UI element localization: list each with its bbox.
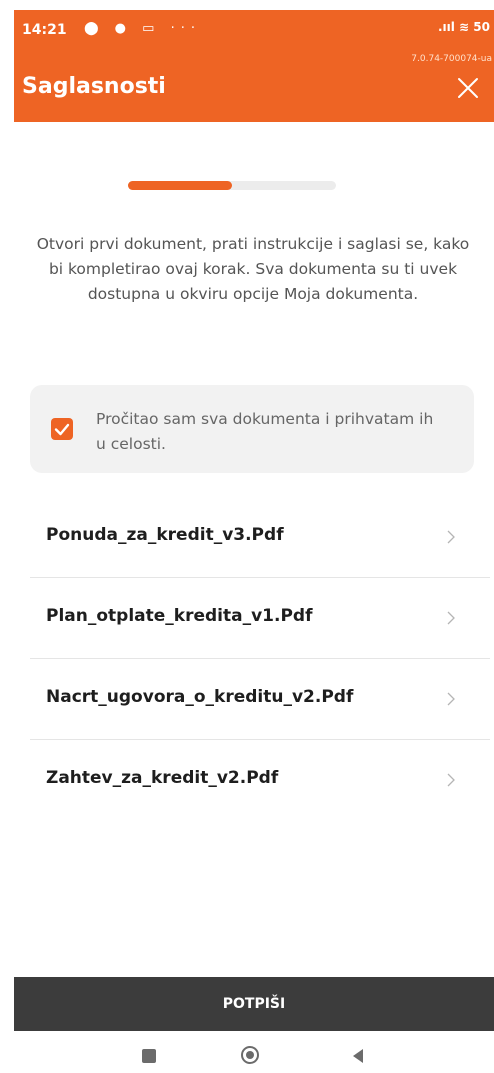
top-strip xyxy=(0,0,494,10)
progress-bar xyxy=(128,181,336,190)
app-bar: 14:21 ⬤ ● ▭ ··· .ııl ≋ 50 7.0.74-700074-… xyxy=(14,10,494,122)
consent-label: Pročitao sam sva dokumenta i prihvatam i… xyxy=(96,410,434,453)
document-name: Nacrt_ugovora_o_kreditu_v2.Pdf xyxy=(46,687,354,707)
status-time: 14:21 xyxy=(22,22,67,38)
document-list: Ponuda_za_kredit_v3.Pdf Plan_otplate_kre… xyxy=(30,497,490,820)
status-notification-icons: ⬤ ● ▭ ··· xyxy=(84,21,201,36)
progress-fill xyxy=(128,181,232,190)
status-system-icons: .ııl ≋ 50 xyxy=(437,20,490,34)
chevron-right-icon xyxy=(447,611,455,625)
document-name: Zahtev_za_kredit_v2.Pdf xyxy=(46,768,279,788)
document-row[interactable]: Zahtev_za_kredit_v2.Pdf xyxy=(30,740,490,820)
instructions-text: Otvori prvi dokument, prati instrukcije … xyxy=(36,235,470,303)
document-name: Plan_otplate_kredita_v1.Pdf xyxy=(46,606,313,626)
page-title: Saglasnosti xyxy=(22,74,166,99)
home-button[interactable] xyxy=(240,1045,260,1065)
consent-box[interactable]: Pročitao sam sva dokumenta i prihvatam i… xyxy=(30,385,474,473)
system-nav-bar xyxy=(0,1031,494,1073)
sign-button[interactable]: POTPIŠI xyxy=(14,977,494,1031)
document-name: Ponuda_za_kredit_v3.Pdf xyxy=(46,525,284,545)
checkmark-icon xyxy=(54,423,70,436)
document-row[interactable]: Ponuda_za_kredit_v3.Pdf xyxy=(30,497,490,578)
recents-button[interactable] xyxy=(142,1049,156,1063)
consent-checkbox[interactable] xyxy=(51,418,73,440)
chevron-right-icon xyxy=(447,692,455,706)
close-icon xyxy=(458,78,478,98)
document-row[interactable]: Nacrt_ugovora_o_kreditu_v2.Pdf xyxy=(30,659,490,740)
chevron-right-icon xyxy=(447,773,455,787)
document-row[interactable]: Plan_otplate_kredita_v1.Pdf xyxy=(30,578,490,659)
close-button[interactable] xyxy=(450,70,486,106)
status-bar: 14:21 ⬤ ● ▭ ··· .ııl ≋ 50 7.0.74-700074-… xyxy=(14,10,494,64)
chevron-right-icon xyxy=(447,530,455,544)
app-version-label: 7.0.74-700074-ua xyxy=(411,54,492,64)
back-button[interactable] xyxy=(349,1047,367,1065)
